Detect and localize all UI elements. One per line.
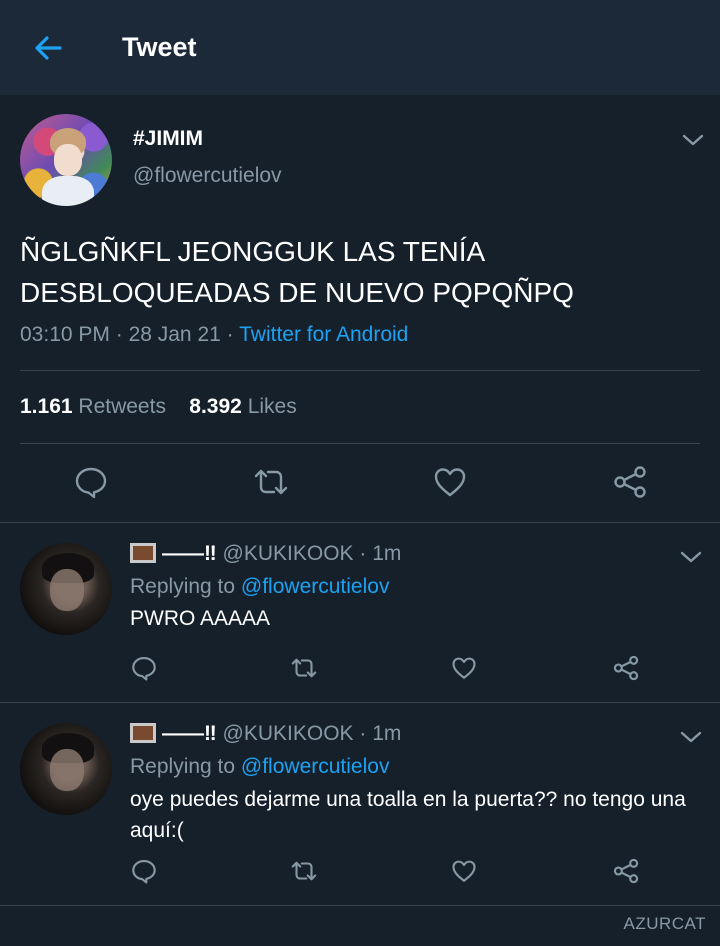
retweet-icon[interactable] <box>290 859 318 883</box>
reply-time: · 1m <box>359 722 402 745</box>
reply-icon[interactable] <box>131 858 157 884</box>
reply-text: oye puedes dejarme una toalla en la puer… <box>130 788 686 842</box>
replying-label: Replying to <box>130 575 236 598</box>
reply-icon[interactable] <box>74 465 108 499</box>
meta-separator: · <box>220 323 240 346</box>
author-name[interactable]: #JIMIM <box>133 127 203 151</box>
share-icon[interactable] <box>613 858 639 884</box>
reply-avatar[interactable] <box>20 543 112 635</box>
likes-count: 8.392 <box>189 395 242 418</box>
chevron-down-icon[interactable] <box>682 133 704 147</box>
reply-author-name[interactable]: ——‼ <box>162 542 217 565</box>
chevron-down-icon[interactable] <box>680 550 702 564</box>
divider <box>0 702 720 703</box>
author-handle[interactable]: @flowercutielov <box>133 164 282 188</box>
divider <box>20 370 700 371</box>
retweets-count: 1.161 <box>20 395 73 418</box>
tweet-text: ÑGLGÑKFL JEONGGUK LAS TENÍA DESBLOQUEADA… <box>20 236 574 308</box>
retweets-label: Retweets <box>78 395 166 418</box>
top-bar: Tweet <box>0 0 720 95</box>
heart-icon[interactable] <box>451 656 477 680</box>
tweet-meta: 03:10 PM · 28 Jan 21 · Twitter for Andro… <box>20 323 408 347</box>
divider <box>20 443 700 444</box>
replying-to-handle[interactable]: @flowercutielov <box>241 575 390 598</box>
tweet-stats: 1.161 Retweets 8.392 Likes <box>20 395 297 419</box>
avatar[interactable] <box>20 114 112 206</box>
replying-to-handle[interactable]: @flowercutielov <box>241 755 390 778</box>
heart-icon[interactable] <box>433 466 467 498</box>
likes-label: Likes <box>247 395 297 418</box>
replying-label: Replying to <box>130 755 236 778</box>
tweet-time: 03:10 PM <box>20 323 110 346</box>
reply-author-handle[interactable]: @KUKIKOOK <box>223 542 354 565</box>
replying-to: Replying to @flowercutielov <box>130 755 389 779</box>
page-title: Tweet <box>122 32 197 62</box>
watermark: AZURCAT <box>623 914 706 933</box>
tweet-date: 28 Jan 21 <box>128 323 221 346</box>
reply-avatar[interactable] <box>20 723 112 815</box>
retweet-icon[interactable] <box>290 656 318 680</box>
film-emoji-icon <box>130 723 156 743</box>
reply-text: PWRO AAAAA <box>130 607 271 630</box>
meta-separator: · <box>109 323 129 346</box>
replying-to: Replying to @flowercutielov <box>130 575 389 599</box>
film-emoji-icon <box>130 543 156 563</box>
arrow-left-icon[interactable] <box>30 30 66 66</box>
chevron-down-icon[interactable] <box>680 730 702 744</box>
retweets-stat[interactable]: 1.161 Retweets <box>20 395 166 418</box>
reply-author-name[interactable]: ——‼ <box>162 722 217 745</box>
retweet-icon[interactable] <box>253 466 289 498</box>
divider <box>0 522 720 523</box>
reply-author-handle[interactable]: @KUKIKOOK <box>223 722 354 745</box>
share-icon[interactable] <box>613 655 639 681</box>
share-icon[interactable] <box>613 465 647 499</box>
reply-header: ——‼ @KUKIKOOK · 1m <box>130 722 401 746</box>
reply-time: · 1m <box>359 542 402 565</box>
likes-stat[interactable]: 8.392 Likes <box>189 395 296 418</box>
reply-header: ——‼ @KUKIKOOK · 1m <box>130 542 401 566</box>
reply-icon[interactable] <box>131 655 157 681</box>
divider <box>0 905 720 906</box>
heart-icon[interactable] <box>451 859 477 883</box>
tweet-source-link[interactable]: Twitter for Android <box>239 323 408 346</box>
